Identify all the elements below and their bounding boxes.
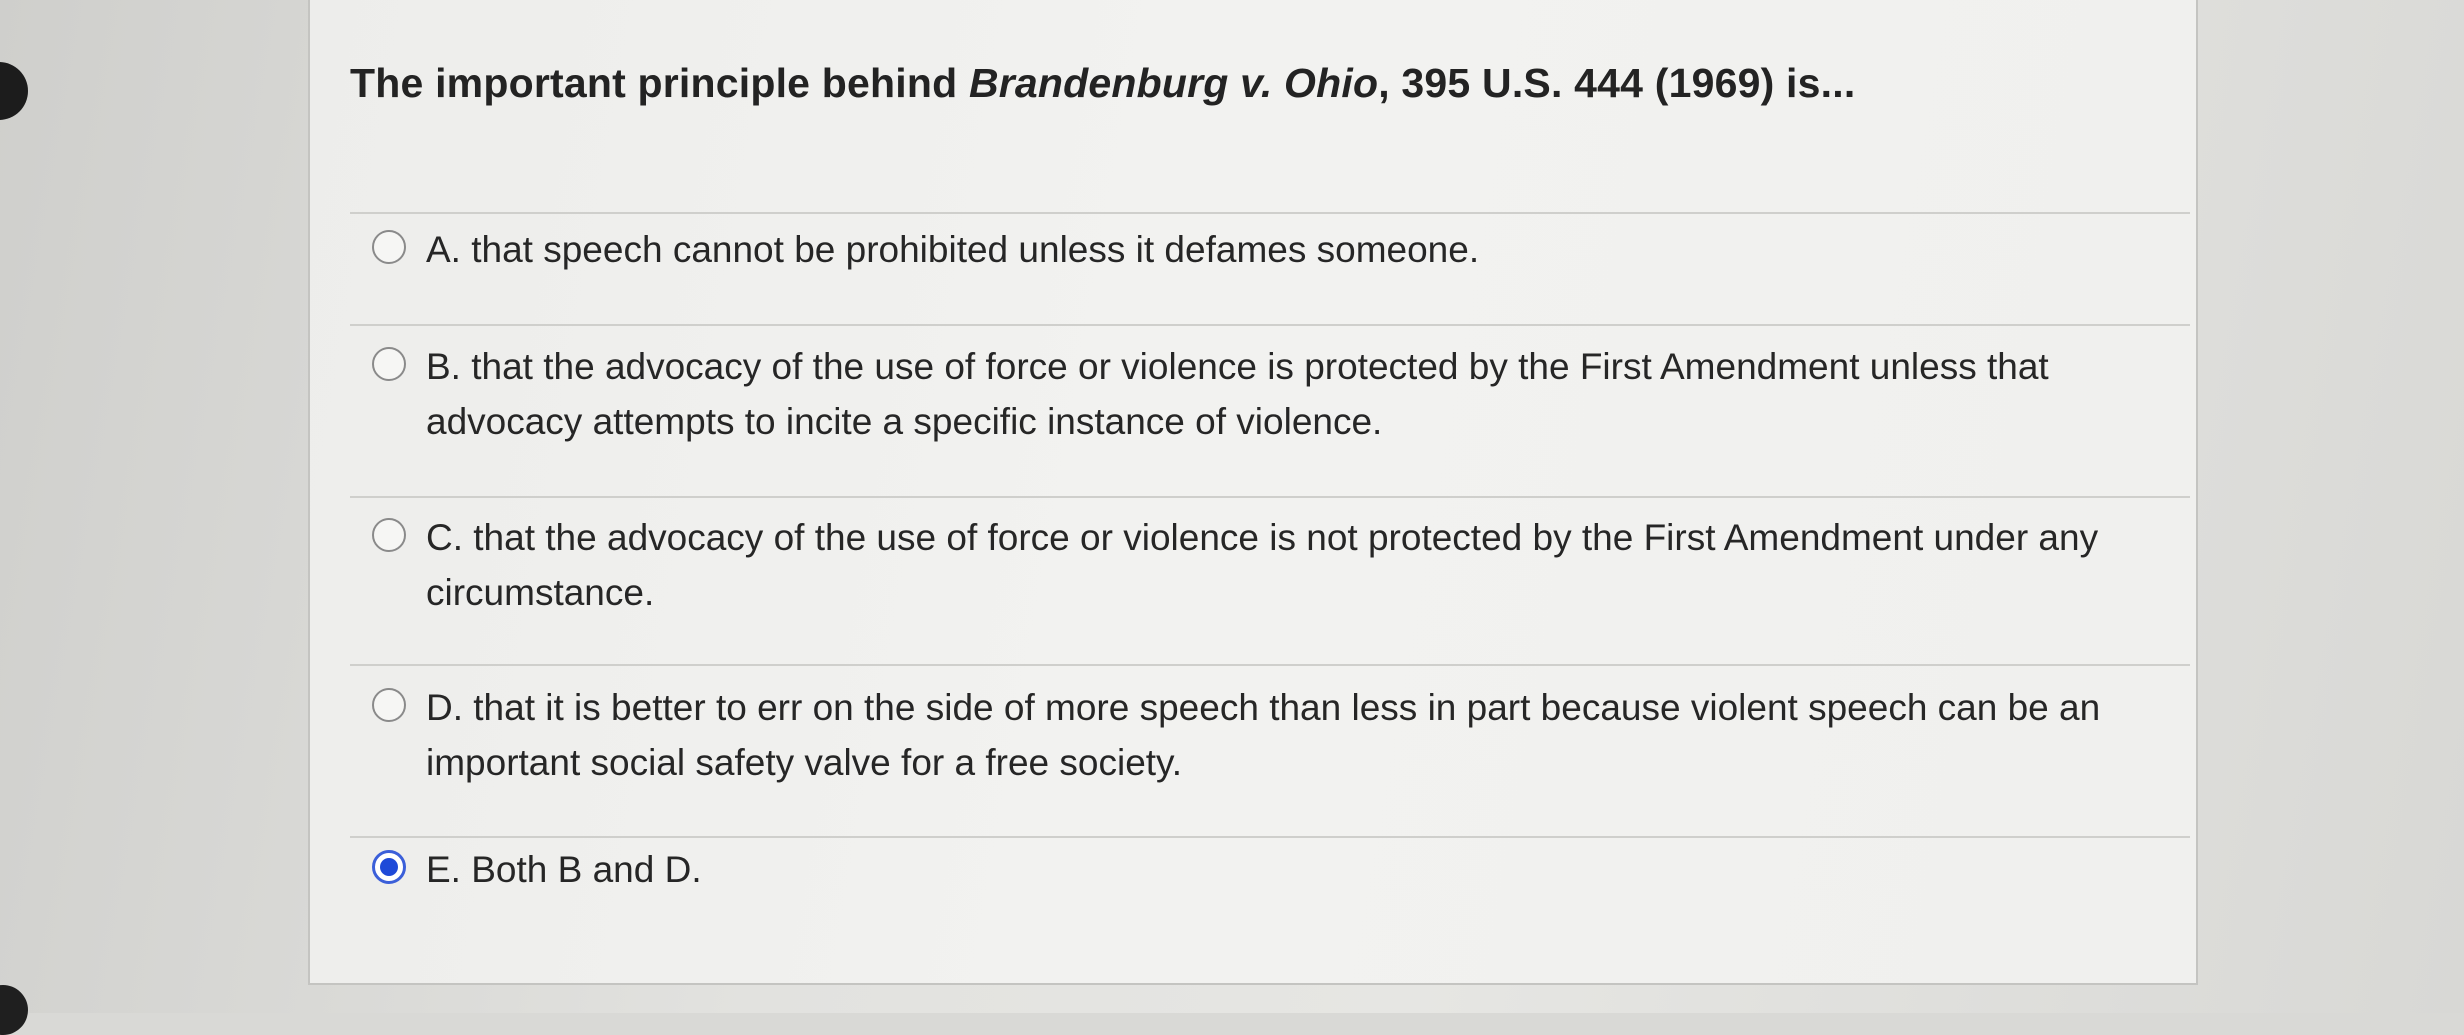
radio-unselected-icon[interactable] bbox=[372, 518, 406, 552]
radio-unselected-icon[interactable] bbox=[372, 688, 406, 722]
divider bbox=[350, 212, 2190, 214]
radio-unselected-icon[interactable] bbox=[372, 347, 406, 381]
radio-selected-icon[interactable] bbox=[372, 850, 406, 884]
radio-unselected-icon[interactable] bbox=[372, 230, 406, 264]
option-e-label: E. Both B and D. bbox=[426, 849, 702, 890]
side-indicator-dot bbox=[0, 62, 28, 120]
question-prefix: The important principle behind bbox=[350, 60, 969, 106]
question-card: The important principle behind Brandenbu… bbox=[308, 0, 2198, 985]
divider bbox=[350, 664, 2190, 666]
divider bbox=[350, 324, 2190, 326]
option-b-label: B. that the advocacy of the use of force… bbox=[426, 346, 2049, 442]
question-text: The important principle behind Brandenbu… bbox=[350, 60, 1855, 107]
option-d-label: D. that it is better to err on the side … bbox=[426, 687, 2101, 783]
option-c-label: C. that the advocacy of the use of force… bbox=[426, 517, 2099, 613]
question-suffix: , 395 U.S. 444 (1969) is... bbox=[1378, 60, 1856, 106]
option-a-label: A. that speech cannot be prohibited unle… bbox=[426, 229, 1480, 270]
divider bbox=[350, 836, 2190, 838]
screen-background: The important principle behind Brandenbu… bbox=[0, 0, 2464, 1035]
divider bbox=[350, 496, 2190, 498]
case-name: Brandenburg v. Ohio bbox=[968, 60, 1379, 106]
side-indicator-dot-bottom bbox=[0, 985, 28, 1035]
